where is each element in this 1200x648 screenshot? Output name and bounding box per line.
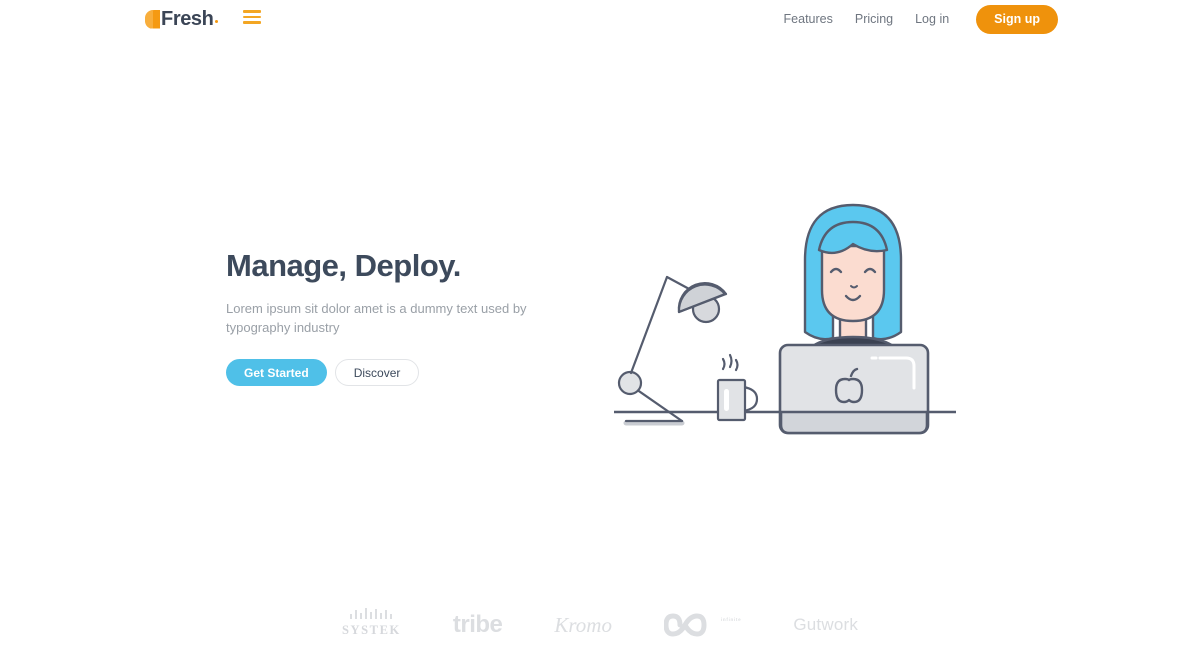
nav-link-features[interactable]: Features [773, 3, 844, 35]
client-logo-systek: SYSTEK [342, 592, 401, 638]
systek-bars-icon [350, 606, 393, 619]
client-logo-label: Kromo [554, 613, 612, 637]
get-started-button[interactable]: Get Started [226, 359, 327, 386]
client-logo-strip: SYSTEK tribe Kromo infinite Gutwork [0, 592, 1200, 638]
hero-subtitle: Lorem ipsum sit dolor amet is a dummy te… [226, 301, 527, 335]
client-logo-label: SYSTEK [341, 623, 401, 637]
signup-button[interactable]: Sign up [976, 4, 1058, 34]
client-logo-kromo: Kromo [554, 592, 612, 638]
brand-logo[interactable]: Fresh [145, 6, 219, 32]
brand-name: Fresh [161, 8, 214, 30]
discover-button[interactable]: Discover [334, 359, 420, 386]
brand-dot-upper-icon [215, 20, 219, 23]
nav-link-pricing[interactable]: Pricing [844, 3, 904, 35]
page-title: Manage, Deploy. [226, 248, 461, 283]
client-logo-label: Gutwork [793, 615, 859, 634]
hero-button-group: Get Started Discover [226, 359, 556, 386]
fresh-half-circle-icon [145, 9, 160, 29]
woman-at-laptop-illustration [600, 190, 980, 440]
main-navigation: Features Pricing Log in Sign up [773, 3, 1058, 35]
client-logo-gutwork: Gutwork [793, 592, 858, 638]
client-logo-label: tribe [452, 611, 503, 638]
laptop-icon [778, 343, 930, 435]
hero-section: Manage, Deploy. Lorem ipsum sit dolor am… [226, 247, 556, 386]
client-logo-label: infinite [720, 617, 742, 622]
desk-lamp-icon [617, 275, 728, 426]
nav-link-login[interactable]: Log in [904, 3, 960, 35]
hamburger-menu-icon[interactable] [243, 10, 261, 24]
infinity-icon [663, 613, 707, 637]
site-header: Fresh Features Pricing Log in Sign up [0, 0, 1200, 38]
client-logo-tribe: tribe [453, 592, 503, 638]
coffee-mug-icon [716, 353, 759, 422]
client-logo-infinite: infinite [663, 592, 742, 638]
